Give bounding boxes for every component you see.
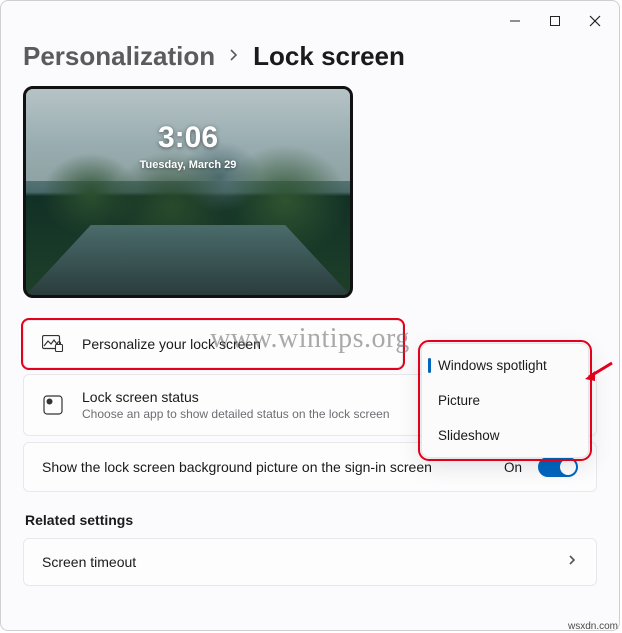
close-button[interactable] [575, 7, 615, 35]
minimize-button[interactable] [495, 7, 535, 35]
row-screen-timeout[interactable]: Screen timeout [23, 538, 597, 586]
preview-date: Tuesday, March 29 [140, 159, 237, 171]
titlebar [1, 1, 619, 37]
lock-screen-preview: 3:06 Tuesday, March 29 [23, 86, 353, 298]
breadcrumb-parent[interactable]: Personalization [23, 41, 215, 72]
section-related-settings: Related settings [25, 512, 597, 528]
maximize-button[interactable] [535, 7, 575, 35]
row-title: Screen timeout [42, 554, 548, 570]
settings-window: Personalization Lock screen 3:06 Tuesday… [0, 0, 620, 631]
row-title: Show the lock screen background picture … [42, 459, 486, 475]
personalize-dropdown: Windows spotlight Picture Slideshow [421, 343, 589, 458]
chevron-right-icon [566, 553, 578, 571]
preview-time: 3:06 [158, 121, 218, 155]
dropdown-option-picture[interactable]: Picture [426, 383, 584, 418]
row-title: Personalize your lock screen [82, 336, 384, 352]
dropdown-option-spotlight[interactable]: Windows spotlight [426, 348, 584, 383]
signin-background-toggle[interactable] [538, 457, 578, 477]
attribution-text: wsxdn.com [568, 621, 618, 632]
chevron-right-icon [227, 45, 241, 68]
breadcrumb: Personalization Lock screen [23, 41, 597, 72]
picture-lock-icon [42, 335, 64, 353]
toggle-state-label: On [504, 460, 522, 475]
app-status-icon [42, 395, 64, 415]
page-title: Lock screen [253, 41, 405, 72]
dropdown-option-slideshow[interactable]: Slideshow [426, 418, 584, 453]
row-personalize-lock-screen[interactable]: Personalize your lock screen [23, 320, 403, 368]
